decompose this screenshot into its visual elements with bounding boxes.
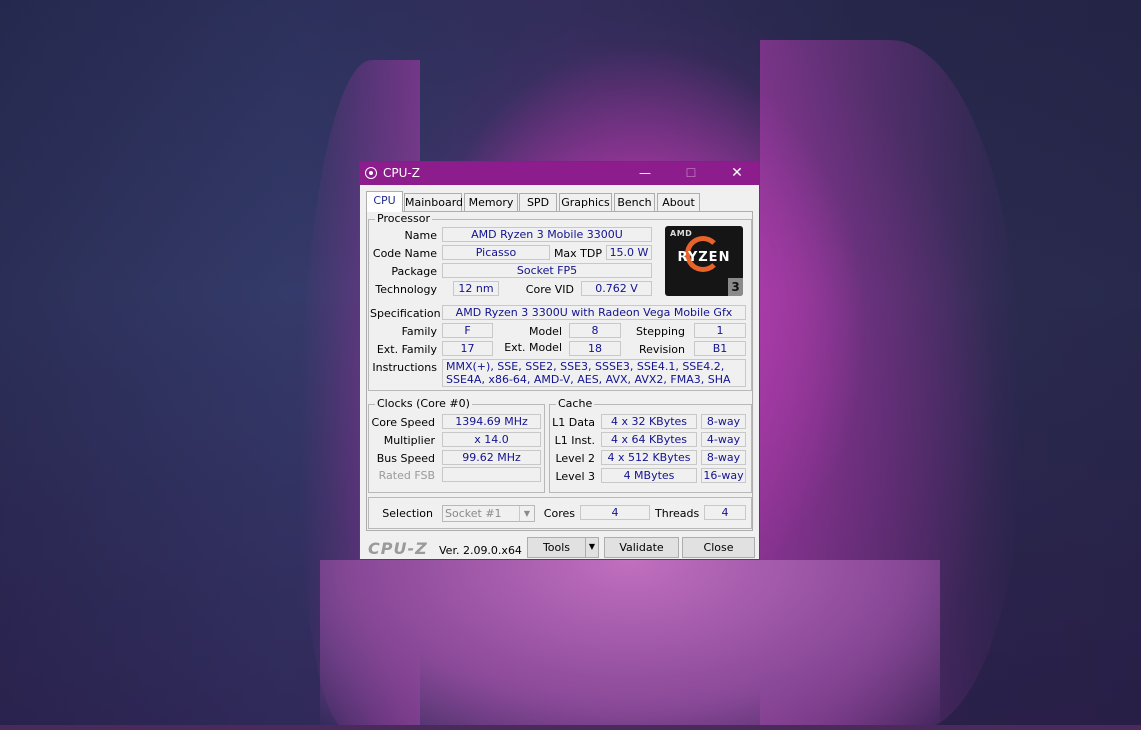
stepping-label: Stepping: [635, 325, 685, 338]
cpuz-window: CPU-Z — ☐ ✕ CPU Mainboard Memory SPD Gra…: [359, 161, 760, 560]
ryzen-logo: AMD RYZEN 3: [665, 226, 743, 296]
taskbar-edge: [0, 725, 1141, 730]
cores-value: 4: [580, 505, 650, 520]
cache-l1-data-label: L1 Data: [552, 416, 595, 429]
title-bar[interactable]: CPU-Z — ☐ ✕: [360, 162, 759, 185]
tab-cpu[interactable]: CPU: [366, 191, 403, 212]
cache-level2-label: Level 2: [555, 452, 595, 465]
max-tdp-label: Max TDP: [553, 247, 602, 260]
cache-level3-size: 4 MBytes: [601, 468, 697, 483]
cpuz-app-icon: [365, 167, 377, 179]
cache-l1-inst-size: 4 x 64 KBytes: [601, 432, 697, 447]
family-value: F: [442, 323, 493, 338]
core-vid-label: Core VID: [525, 283, 574, 296]
technology-label: Technology: [375, 283, 437, 296]
code-name-label: Code Name: [372, 247, 437, 260]
cache-l1-data-assoc: 8-way: [701, 414, 746, 429]
cache-level3-assoc: 16-way: [701, 468, 746, 483]
tools-button[interactable]: Tools: [527, 537, 585, 558]
selection-label: Selection: [382, 507, 433, 520]
model-label: Model: [528, 325, 562, 338]
ryzen-logo-text: RYZEN: [677, 250, 731, 265]
cache-level3-label: Level 3: [555, 470, 595, 483]
cores-label: Cores: [543, 507, 575, 520]
wallpaper-figure-collar: [320, 560, 940, 730]
cache-group-title: Cache: [556, 397, 595, 410]
threads-value: 4: [704, 505, 746, 520]
maximize-button[interactable]: ☐: [668, 162, 714, 185]
rated-fsb-label: Rated FSB: [378, 469, 435, 482]
stepping-value: 1: [694, 323, 746, 338]
ext-model-value: 18: [569, 341, 621, 356]
cache-level2-assoc: 8-way: [701, 450, 746, 465]
name-label: Name: [404, 229, 437, 242]
tools-dropdown-arrow-icon[interactable]: ▼: [585, 537, 599, 558]
cache-level2-size: 4 x 512 KBytes: [601, 450, 697, 465]
tab-bench[interactable]: Bench: [614, 193, 655, 211]
minimize-button[interactable]: —: [622, 162, 668, 185]
chevron-down-icon[interactable]: ▼: [519, 506, 534, 521]
tab-mainboard[interactable]: Mainboard: [404, 193, 463, 211]
close-window-button[interactable]: ✕: [714, 162, 760, 185]
specification-label: Specification: [370, 307, 441, 320]
threads-label: Threads: [655, 507, 700, 520]
processor-group-title: Processor: [375, 212, 432, 225]
instructions-label: Instructions: [372, 361, 437, 374]
instructions-value: MMX(+), SSE, SSE2, SSE3, SSSE3, SSE4.1, …: [442, 359, 746, 387]
max-tdp-value: 15.0 W: [606, 245, 652, 260]
core-speed-value: 1394.69 MHz: [442, 414, 541, 429]
family-label: Family: [401, 325, 437, 338]
package-label: Package: [391, 265, 437, 278]
bus-speed-value: 99.62 MHz: [442, 450, 541, 465]
technology-value: 12 nm: [453, 281, 499, 296]
tab-memory[interactable]: Memory: [464, 193, 518, 211]
amd-logo-text: AMD: [670, 229, 693, 238]
cpuz-footer-logo: CPU-Z: [368, 539, 428, 558]
close-button[interactable]: Close: [682, 537, 755, 558]
version-text: Ver. 2.09.0.x64: [439, 544, 522, 557]
window-title: CPU-Z: [383, 166, 420, 180]
ext-family-label: Ext. Family: [376, 343, 437, 356]
validate-button[interactable]: Validate: [604, 537, 679, 558]
socket-select[interactable]: Socket #1 ▼: [442, 505, 535, 522]
ryzen-tier-badge: 3: [728, 278, 743, 296]
revision-label: Revision: [639, 343, 685, 356]
tab-spd[interactable]: SPD: [519, 193, 557, 211]
socket-select-value: Socket #1: [445, 507, 502, 520]
ext-model-label: Ext. Model: [504, 341, 562, 354]
cache-l1-inst-label: L1 Inst.: [554, 434, 595, 447]
core-vid-value: 0.762 V: [581, 281, 652, 296]
ext-family-value: 17: [442, 341, 493, 356]
core-speed-label: Core Speed: [371, 416, 435, 429]
clocks-group-title: Clocks (Core #0): [375, 397, 472, 410]
bus-speed-label: Bus Speed: [376, 452, 435, 465]
model-value: 8: [569, 323, 621, 338]
multiplier-label: Multiplier: [383, 434, 435, 447]
name-value: AMD Ryzen 3 Mobile 3300U: [442, 227, 652, 242]
package-value: Socket FP5: [442, 263, 652, 278]
rated-fsb-value: [442, 467, 541, 482]
tab-graphics[interactable]: Graphics: [559, 193, 612, 211]
cache-l1-data-size: 4 x 32 KBytes: [601, 414, 697, 429]
cache-l1-inst-assoc: 4-way: [701, 432, 746, 447]
code-name-value: Picasso: [442, 245, 550, 260]
tab-about[interactable]: About: [657, 193, 700, 211]
specification-value: AMD Ryzen 3 3300U with Radeon Vega Mobil…: [442, 305, 746, 320]
multiplier-value: x 14.0: [442, 432, 541, 447]
revision-value: B1: [694, 341, 746, 356]
